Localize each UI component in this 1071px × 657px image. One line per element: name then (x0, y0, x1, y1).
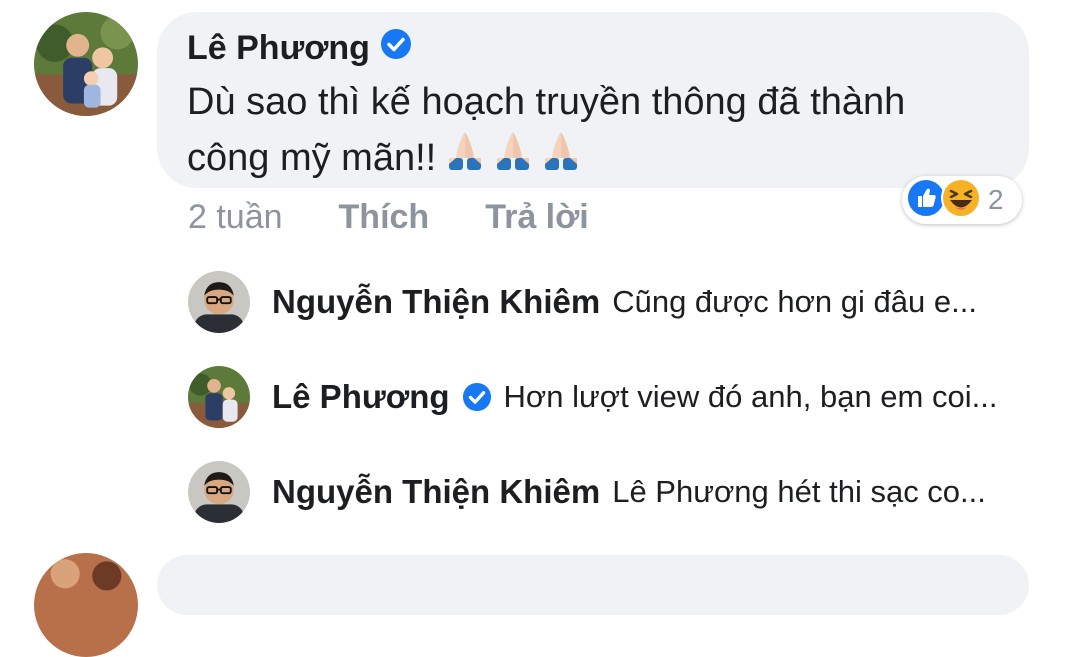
reply-body: Nguyễn Thiện Khiêm Lê Phương hét thi sạc… (272, 461, 1032, 523)
folded-hands-icon (490, 128, 536, 188)
comment-text: Dù sao thì kế hoạch truyền thông đã thàn… (187, 76, 987, 188)
reply-text: Cũng được hơn gi đâu e... (612, 284, 977, 319)
folded-hands-icon (538, 128, 584, 188)
comment-bubble: Lê Phương Dù sao thì kế hoạch truyền thô… (157, 12, 1029, 188)
reply-body: Lê Phương Hơn lượt view đó anh, bạn em c… (272, 366, 1032, 428)
avatar[interactable] (34, 12, 138, 116)
reply-item[interactable]: Nguyễn Thiện Khiêm Cũng được hơn gi đâu … (188, 271, 1048, 335)
emoji-group (442, 128, 584, 188)
comment-text-line-1: Dù sao thì kế hoạch truyền thông đã thàn… (187, 81, 906, 123)
verified-check-icon (462, 382, 492, 412)
comment-timestamp[interactable]: 2 tuần (188, 198, 283, 237)
comment-actions: 2 tuần Thích Trả lời (188, 195, 589, 239)
reply-body: Nguyễn Thiện Khiêm Cũng được hơn gi đâu … (272, 271, 1032, 333)
avatar[interactable] (34, 553, 138, 657)
verified-check-icon (380, 28, 412, 69)
reply-author[interactable]: Nguyễn Thiện Khiêm (272, 473, 600, 511)
reply-text: Lê Phương hét thi sạc co... (612, 474, 986, 509)
reply-author[interactable]: Lê Phương (272, 378, 450, 416)
folded-hands-icon (442, 128, 488, 188)
reply-author[interactable]: Nguyễn Thiện Khiêm (272, 283, 600, 321)
haha-reaction-icon (940, 177, 982, 224)
reply-item[interactable]: Lê Phương Hơn lượt view đó anh, bạn em c… (188, 366, 1048, 430)
comment-author: Lê Phương (187, 28, 412, 69)
author-name[interactable]: Lê Phương (187, 29, 370, 68)
reactions-badge[interactable]: 2 (902, 176, 1022, 224)
comment-bubble (157, 555, 1029, 615)
avatar[interactable] (188, 461, 250, 523)
like-button[interactable]: Thích (339, 198, 430, 237)
reply-item[interactable]: Nguyễn Thiện Khiêm Lê Phương hét thi sạc… (188, 461, 1048, 525)
reply-button[interactable]: Trả lời (485, 198, 589, 237)
avatar[interactable] (188, 366, 250, 428)
comment-text-line-2-text: công mỹ mãn!! (187, 137, 437, 179)
avatar[interactable] (188, 271, 250, 333)
comment-text-line-2: công mỹ mãn!! (187, 128, 987, 188)
reaction-count: 2 (988, 184, 1004, 215)
reply-text: Hơn lượt view đó anh, bạn em coi... (503, 379, 998, 414)
